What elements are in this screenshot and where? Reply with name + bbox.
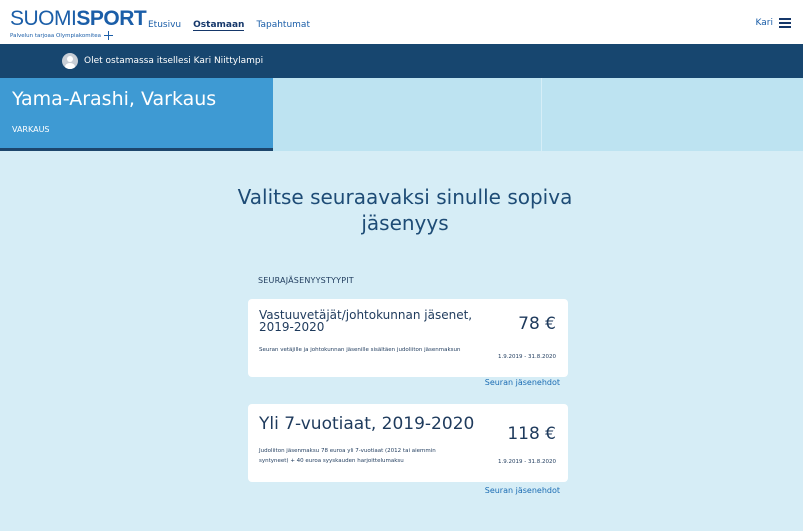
page-heading: Valitse seuraavaksi sinulle sopiva jäsen… <box>237 185 573 235</box>
hamburger-icon[interactable] <box>779 18 791 28</box>
membership-dates: 1.9.2019 - 31.8.2020 <box>498 459 556 465</box>
membership-dates: 1.9.2019 - 31.8.2020 <box>498 354 556 360</box>
buying-for-bar: Olet ostamassa itsellesi Kari Niittylamp… <box>0 44 803 78</box>
nav-tapahtumat[interactable]: Tapahtumat <box>256 20 310 31</box>
buying-for-text: Olet ostamassa itsellesi Kari Niittylamp… <box>84 56 264 66</box>
nav-ostamaan[interactable]: Ostamaan <box>193 20 245 31</box>
section-label: SEURAJÄSENYYSTYYPIT <box>258 276 354 285</box>
logo-wordmark: SUOMISPORT <box>10 7 147 30</box>
membership-title: Yli 7-vuotiaat, 2019-2020 <box>259 414 475 434</box>
club-header: Yama-Arashi, Varkaus VARKAUS <box>0 78 803 151</box>
club-terms-link[interactable]: Seuran jäsenehdot <box>485 378 560 387</box>
club-header-panel-3 <box>541 78 803 151</box>
membership-description: Judoliiton jäsenmaksu 78 euroa yli 7-vuo… <box>259 448 436 464</box>
logo-tagline: Palvelun tarjoaa Olympiakomitea <box>10 31 146 40</box>
main-nav: Etusivu Ostamaan Tapahtumat <box>148 20 310 31</box>
club-name: Yama-Arashi, Varkaus <box>12 88 217 110</box>
membership-card[interactable]: Vastuuvetäjät/johtokunnan jäsenet, 2019-… <box>248 299 568 377</box>
club-header-panel-2 <box>273 78 541 151</box>
nav-etusivu[interactable]: Etusivu <box>148 20 181 31</box>
membership-description: Seuran vetäjille ja johtokunnan jäsenill… <box>259 347 461 353</box>
top-navigation-bar: SUOMISPORT Palvelun tarjoaa Olympiakomit… <box>0 0 803 44</box>
club-terms-link[interactable]: Seuran jäsenehdot <box>485 486 560 495</box>
membership-title: Vastuuvetäjät/johtokunnan jäsenet, 2019-… <box>259 308 473 334</box>
suomisport-logo[interactable]: SUOMISPORT Palvelun tarjoaa Olympiakomit… <box>10 7 147 40</box>
club-city: VARKAUS <box>12 125 50 134</box>
plus-icon <box>104 31 114 40</box>
user-menu[interactable]: Kari <box>756 18 791 28</box>
membership-price: 78 € <box>518 314 556 334</box>
membership-card[interactable]: Yli 7-vuotiaat, 2019-2020 118 € Judoliit… <box>248 404 568 482</box>
user-name: Kari <box>755 18 773 28</box>
club-info-panel: Yama-Arashi, Varkaus VARKAUS <box>0 78 273 151</box>
membership-price: 118 € <box>507 424 556 444</box>
avatar-icon <box>62 53 78 69</box>
